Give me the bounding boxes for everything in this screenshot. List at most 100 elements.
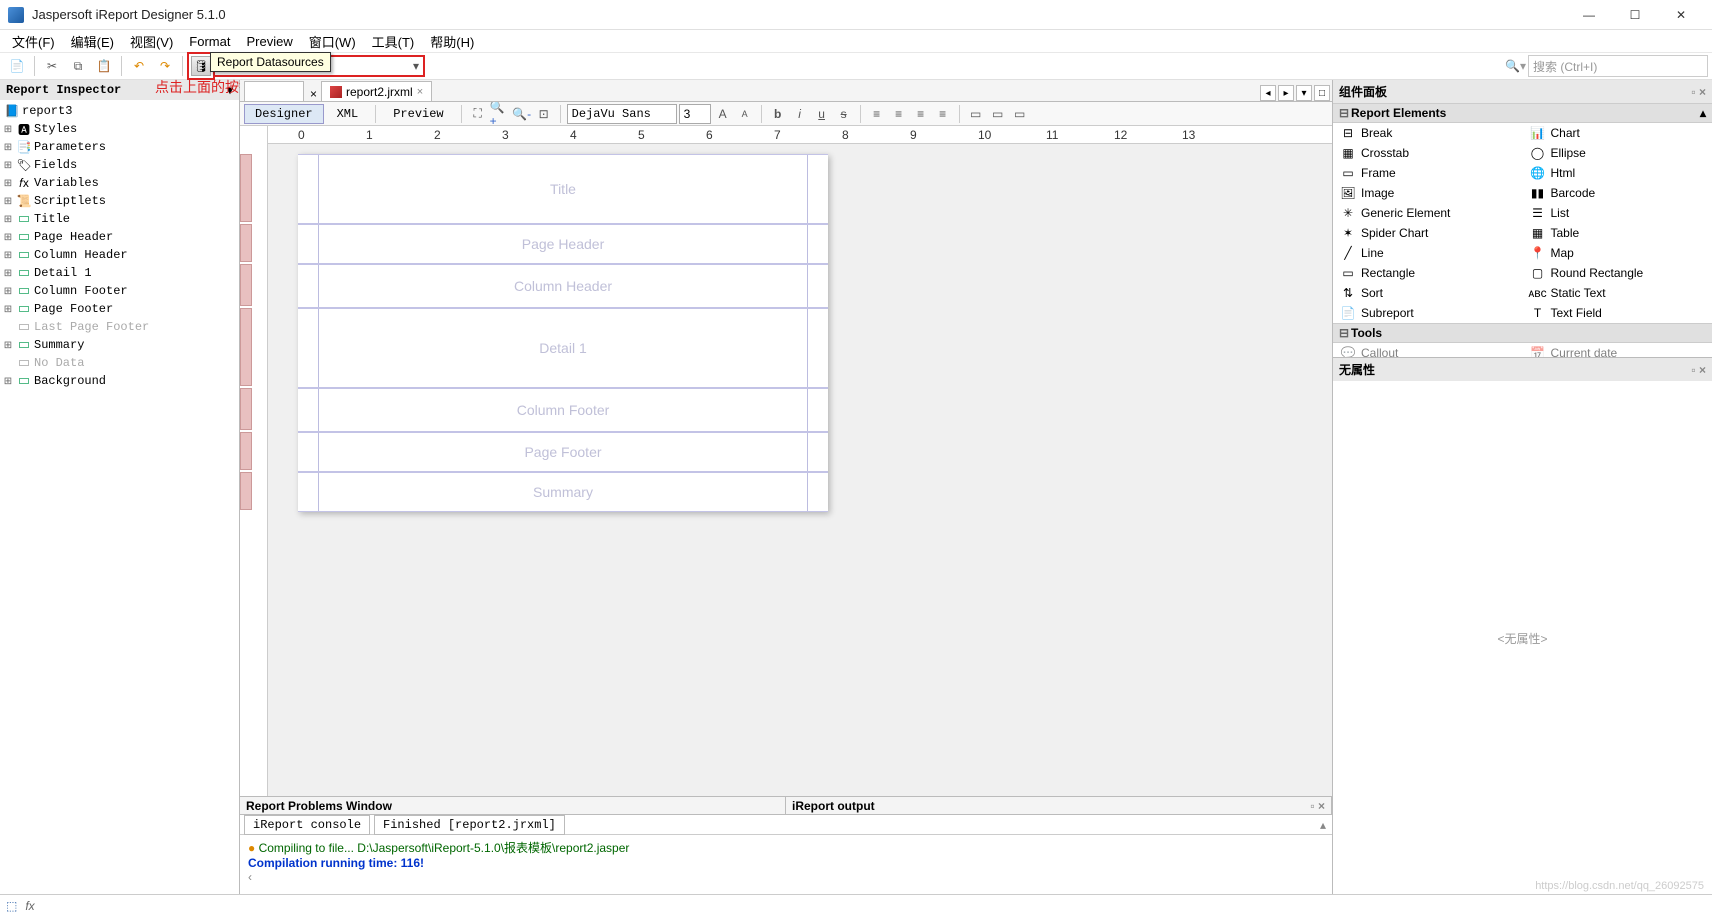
tree-node[interactable]: ⊞📑Parameters [0, 138, 239, 156]
menu-tools[interactable]: 工具(T) [364, 30, 423, 53]
expand-icon[interactable]: ⊞ [2, 196, 14, 207]
valign-top-icon[interactable]: ▭ [966, 104, 986, 124]
zoom-fit-icon[interactable]: ⛶ [468, 104, 488, 124]
tab-list-icon[interactable]: ▾ [1296, 85, 1312, 101]
palette-item-map[interactable]: 📍Map [1523, 243, 1712, 263]
tree-root[interactable]: 📘 report3 [0, 102, 239, 120]
tree-node[interactable]: ⊞Title [0, 210, 239, 228]
tab-report2[interactable]: report2.jrxml × [321, 81, 432, 101]
palette-item-ellipse[interactable]: ◯Ellipse [1523, 143, 1712, 163]
font-decrease-icon[interactable]: A [735, 104, 755, 124]
palette-item-rectangle[interactable]: ▭Rectangle [1333, 263, 1523, 283]
tree-node[interactable]: ⊞📜Scriptlets [0, 192, 239, 210]
palette-item-sort[interactable]: ⇅Sort [1333, 283, 1523, 303]
panel-controls-icon[interactable]: ▫ × [1691, 363, 1706, 377]
redo-icon[interactable]: ↷ [153, 54, 177, 78]
band-column-footer[interactable]: Column Footer [298, 388, 828, 432]
tree-node[interactable]: ⊞Summary [0, 336, 239, 354]
mode-designer[interactable]: Designer [244, 104, 324, 124]
inspector-tree[interactable]: 📘 report3 ⊞🅰Styles⊞📑Parameters⊞🏷Fields⊞𝑓… [0, 100, 239, 894]
expand-icon[interactable]: ⊞ [2, 250, 14, 261]
band-title[interactable]: Title [298, 154, 828, 224]
mode-xml[interactable]: XML [326, 104, 370, 124]
tree-node[interactable]: ⊞Page Footer [0, 300, 239, 318]
tree-node[interactable]: ⊞Background [0, 372, 239, 390]
menu-preview[interactable]: Preview [238, 32, 300, 51]
tab-close-icon[interactable]: × [310, 87, 317, 101]
strike-icon[interactable]: s [834, 104, 854, 124]
tree-node[interactable]: ⊞🏷Fields [0, 156, 239, 174]
menu-file[interactable]: 文件(F) [4, 30, 63, 53]
tab-next-icon[interactable]: ▸ [1278, 85, 1294, 101]
minimize-button[interactable]: — [1566, 0, 1612, 30]
band-page-header[interactable]: Page Header [298, 224, 828, 264]
tree-node[interactable]: ⊞𝑓xVariables [0, 174, 239, 192]
zoom-actual-icon[interactable]: ⊡ [534, 104, 554, 124]
palette-cat-report-elements[interactable]: ⊟ Report Elements ▴ [1333, 103, 1712, 123]
copy-icon[interactable]: ⧉ [66, 54, 90, 78]
expand-icon[interactable]: ⊞ [2, 376, 14, 387]
scroll-up-icon[interactable]: ▴ [1320, 818, 1332, 832]
search-input[interactable]: 搜索 (Ctrl+I) [1528, 55, 1708, 77]
palette-item-frame[interactable]: ▭Frame [1333, 163, 1523, 183]
tree-node[interactable]: ⊞Detail 1 [0, 264, 239, 282]
expand-icon[interactable]: ⊞ [2, 268, 14, 279]
align-right-icon[interactable]: ≡ [911, 104, 931, 124]
report-page[interactable]: TitlePage HeaderColumn HeaderDetail 1Col… [298, 154, 828, 512]
palette-item-callout[interactable]: 💬Callout [1333, 343, 1523, 357]
valign-bottom-icon[interactable]: ▭ [1010, 104, 1030, 124]
expand-icon[interactable]: ⊞ [2, 304, 14, 315]
expand-icon[interactable]: ⊞ [2, 286, 14, 297]
palette-item-crosstab[interactable]: ▦Crosstab [1333, 143, 1523, 163]
cut-icon[interactable]: ✂ [40, 54, 64, 78]
palette-item-round-rectangle[interactable]: ▢Round Rectangle [1523, 263, 1712, 283]
expand-icon[interactable]: ⊞ [2, 142, 14, 153]
chevron-up-icon[interactable]: ▴ [1700, 106, 1706, 120]
valign-middle-icon[interactable]: ▭ [988, 104, 1008, 124]
console-tab[interactable]: iReport console [244, 815, 370, 835]
band-page-footer[interactable]: Page Footer [298, 432, 828, 472]
close-button[interactable]: ✕ [1658, 0, 1704, 30]
palette-item-break[interactable]: ⊟Break [1333, 123, 1523, 143]
panel-controls-icon[interactable]: ▫ × [1310, 799, 1325, 813]
panel-controls-icon[interactable]: ▫ × [1691, 85, 1706, 99]
palette-item-html[interactable]: 🌐Html [1523, 163, 1712, 183]
bold-icon[interactable]: b [768, 104, 788, 124]
tree-node[interactable]: ⊞Column Footer [0, 282, 239, 300]
palette-item-chart[interactable]: 📊Chart [1523, 123, 1712, 143]
palette-item-list[interactable]: ☰List [1523, 203, 1712, 223]
menu-view[interactable]: 视图(V) [122, 30, 181, 53]
expand-icon[interactable]: ⊞ [2, 340, 14, 351]
palette-item-table[interactable]: ▦Table [1523, 223, 1712, 243]
tab-close-icon[interactable]: × [417, 86, 423, 98]
palette-cat-tools[interactable]: ⊟ Tools [1333, 323, 1712, 343]
tab-prev-icon[interactable]: ◂ [1260, 85, 1276, 101]
finished-tab[interactable]: Finished [report2.jrxml] [374, 815, 565, 835]
tree-node[interactable]: ⊞Column Header [0, 246, 239, 264]
undo-icon[interactable]: ↶ [127, 54, 151, 78]
font-increase-icon[interactable]: A [713, 104, 733, 124]
expand-icon[interactable]: ⊞ [2, 178, 14, 189]
tree-node[interactable]: No Data [0, 354, 239, 372]
expand-icon[interactable]: ⊞ [2, 160, 14, 171]
tab-hidden[interactable] [244, 81, 304, 101]
palette-item-current-date[interactable]: 📅Current date [1523, 343, 1712, 357]
canvas-scroll[interactable]: 012345678910111213 TitlePage HeaderColum… [268, 126, 1332, 796]
zoom-out-icon[interactable]: 🔍- [512, 104, 532, 124]
tree-node[interactable]: Last Page Footer [0, 318, 239, 336]
band-detail-1[interactable]: Detail 1 [298, 308, 828, 388]
maximize-button[interactable]: ☐ [1612, 0, 1658, 30]
font-combo[interactable] [567, 104, 677, 124]
underline-icon[interactable]: u [812, 104, 832, 124]
align-justify-icon[interactable]: ≡ [933, 104, 953, 124]
palette-item-image[interactable]: 🖼Image [1333, 183, 1523, 203]
mode-preview[interactable]: Preview [382, 104, 454, 124]
problems-tab[interactable]: Report Problems Window [240, 797, 786, 814]
zoom-in-icon[interactable]: 🔍+ [490, 104, 510, 124]
expand-icon[interactable]: ⊞ [2, 214, 14, 225]
font-size-combo[interactable] [679, 104, 711, 124]
output-tab[interactable]: iReport output ▫ × [786, 797, 1332, 814]
align-left-icon[interactable]: ≡ [867, 104, 887, 124]
status-icon-1[interactable]: ⬚ [6, 899, 17, 913]
palette-item-barcode[interactable]: ▮▮Barcode [1523, 183, 1712, 203]
